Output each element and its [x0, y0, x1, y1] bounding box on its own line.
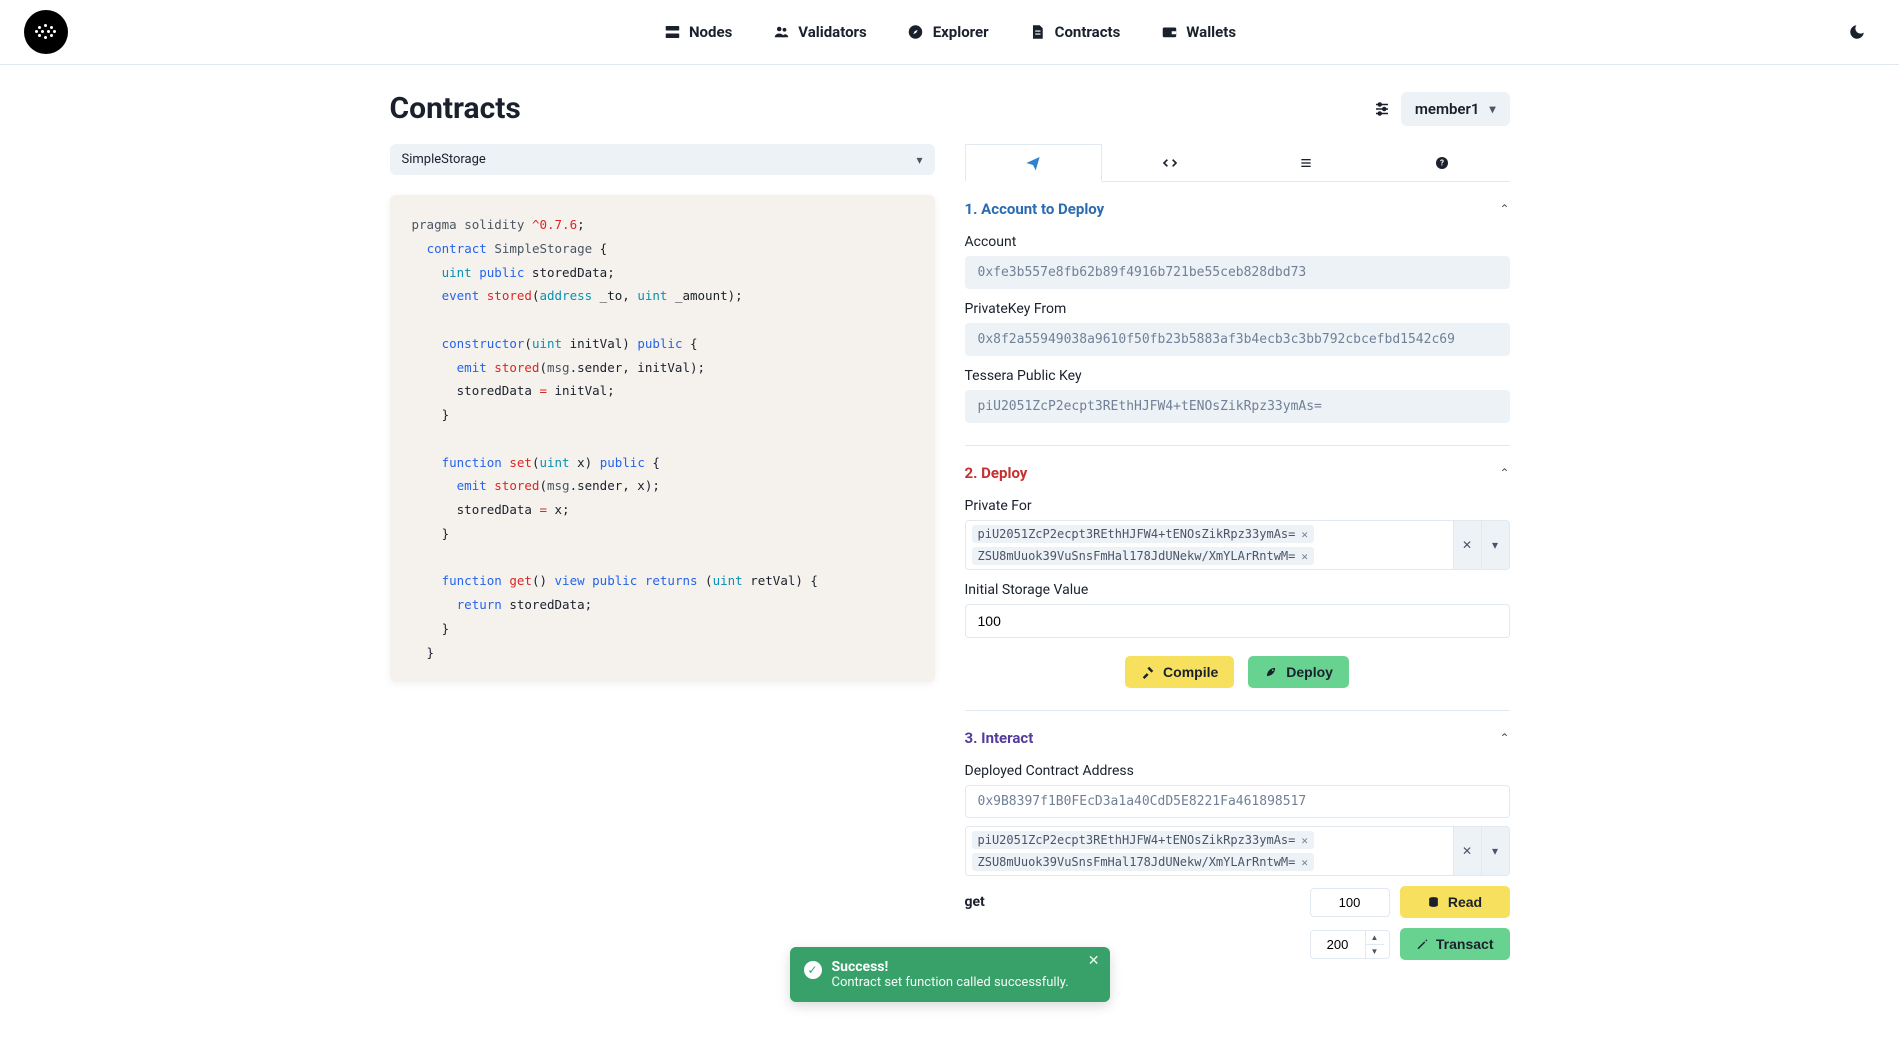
svg-text:?: ? [1440, 158, 1444, 167]
check-circle-icon: ✓ [804, 961, 822, 979]
initialvalue-input[interactable] [965, 604, 1510, 638]
wallet-icon [1160, 23, 1178, 41]
tab-code[interactable] [1102, 144, 1238, 182]
nav-item-wallets[interactable]: Wallets [1160, 23, 1236, 41]
interact-multiselect[interactable]: piU2051ZcP2ecpt3REthHJFW4+tENOsZikRpz33y… [965, 826, 1510, 876]
nav-label: Contracts [1055, 23, 1121, 41]
deploy-label: Deploy [1286, 664, 1333, 680]
transact-label: Transact [1436, 936, 1494, 952]
chevron-down-icon: ▾ [1489, 102, 1495, 116]
sliders-icon [1373, 100, 1391, 118]
privatefor-label: Private For [965, 498, 1510, 514]
toast-close-button[interactable]: ✕ [1088, 953, 1100, 969]
deploy-button[interactable]: Deploy [1248, 656, 1349, 688]
paper-plane-icon [1025, 155, 1041, 171]
tag: piU2051ZcP2ecpt3REthHJFW4+tENOsZikRpz33y… [972, 525, 1315, 543]
app-logo [24, 10, 68, 54]
multiselect-toggle-button[interactable]: ▾ [1481, 521, 1509, 569]
page-title: Contracts [390, 91, 521, 126]
tessera-input[interactable] [965, 390, 1510, 423]
contract-select-value: SimpleStorage [402, 152, 486, 167]
tag-remove-icon[interactable]: ✕ [1301, 528, 1308, 541]
chevron-up-icon: ⌃ [1499, 202, 1509, 216]
tab-help[interactable]: ? [1374, 144, 1510, 182]
source-code-viewer: pragma solidity ^0.7.6; contract SimpleS… [390, 195, 935, 682]
account-label: Account [965, 234, 1510, 250]
nav-item-nodes[interactable]: Nodes [663, 23, 732, 41]
account-input[interactable] [965, 256, 1510, 289]
set-value-input[interactable] [1311, 931, 1365, 958]
nav-item-explorer[interactable]: Explorer [907, 23, 989, 41]
tag-remove-icon[interactable]: ✕ [1301, 550, 1308, 563]
tag: ZSU8mUuok39VuSnsFmHal178JdUNekw/XmYLArRn… [972, 547, 1315, 565]
transact-button[interactable]: Transact [1400, 928, 1510, 960]
moon-icon [1848, 23, 1866, 41]
theme-toggle-button[interactable] [1839, 14, 1875, 50]
compass-icon [907, 23, 925, 41]
get-function-label: get [965, 894, 985, 910]
settings-sliders-button[interactable] [1373, 100, 1391, 118]
read-button[interactable]: Read [1400, 886, 1510, 918]
compile-label: Compile [1163, 664, 1218, 680]
success-toast: ✓ Success! Contract set function called … [790, 947, 1110, 1002]
section-title: 3. Interact [965, 729, 1034, 747]
nav-item-validators[interactable]: Validators [772, 23, 866, 41]
users-icon [772, 23, 790, 41]
initialvalue-label: Initial Storage Value [965, 582, 1510, 598]
section-title: 1. Account to Deploy [965, 200, 1105, 218]
toast-body: Contract set function called successfull… [832, 975, 1069, 990]
section-header-interact[interactable]: 3. Interact ⌃ [965, 725, 1510, 751]
help-icon: ? [1434, 155, 1450, 171]
code-icon [1162, 155, 1178, 171]
rocket-icon [1264, 665, 1278, 679]
topbar: Nodes Validators Explorer Contracts Wall… [0, 0, 1899, 65]
nav-label: Validators [798, 23, 866, 41]
deployed-address-label: Deployed Contract Address [965, 763, 1510, 779]
member-select[interactable]: member1 ▾ [1401, 92, 1510, 126]
contract-tabs: ? [965, 144, 1510, 182]
list-icon [1298, 155, 1314, 171]
deployed-address-input[interactable] [965, 785, 1510, 818]
member-select-value: member1 [1415, 100, 1480, 118]
tag: piU2051ZcP2ecpt3REthHJFW4+tENOsZikRpz33y… [972, 831, 1315, 849]
section-header-account[interactable]: 1. Account to Deploy ⌃ [965, 196, 1510, 222]
contract-select[interactable]: SimpleStorage ▾ [390, 144, 935, 175]
stepper-down-icon[interactable]: ▼ [1366, 945, 1384, 958]
section-title: 2. Deploy [965, 464, 1028, 482]
multiselect-clear-button[interactable]: ✕ [1453, 521, 1481, 569]
server-icon [663, 23, 681, 41]
section-header-deploy[interactable]: 2. Deploy ⌃ [965, 460, 1510, 486]
compile-button[interactable]: Compile [1125, 656, 1234, 688]
set-value-stepper[interactable]: ▲ ▼ [1310, 930, 1390, 959]
main-nav: Nodes Validators Explorer Contracts Wall… [663, 23, 1236, 41]
toast-title: Success! [832, 959, 1069, 975]
chevron-down-icon: ▾ [916, 153, 922, 167]
nav-label: Wallets [1186, 23, 1236, 41]
get-value-display [1310, 888, 1390, 917]
tag: ZSU8mUuok39VuSnsFmHal178JdUNekw/XmYLArRn… [972, 853, 1315, 871]
chevron-up-icon: ⌃ [1499, 466, 1509, 480]
tag-remove-icon[interactable]: ✕ [1301, 834, 1308, 847]
privkey-label: PrivateKey From [965, 301, 1510, 317]
tab-list[interactable] [1238, 144, 1374, 182]
nav-item-contracts[interactable]: Contracts [1029, 23, 1121, 41]
chevron-up-icon: ⌃ [1499, 731, 1509, 745]
privkey-input[interactable] [965, 323, 1510, 356]
nav-label: Nodes [689, 23, 732, 41]
hammer-icon [1141, 665, 1155, 679]
pencil-icon [1416, 938, 1428, 951]
tessera-label: Tessera Public Key [965, 368, 1510, 384]
privatefor-multiselect[interactable]: piU2051ZcP2ecpt3REthHJFW4+tENOsZikRpz33y… [965, 520, 1510, 570]
database-icon [1427, 896, 1440, 909]
multiselect-clear-button[interactable]: ✕ [1453, 827, 1481, 875]
nav-label: Explorer [933, 23, 989, 41]
stepper-up-icon[interactable]: ▲ [1366, 931, 1384, 945]
tab-deploy[interactable] [965, 144, 1103, 182]
tag-remove-icon[interactable]: ✕ [1301, 856, 1308, 869]
read-label: Read [1448, 894, 1482, 910]
file-icon [1029, 23, 1047, 41]
multiselect-toggle-button[interactable]: ▾ [1481, 827, 1509, 875]
